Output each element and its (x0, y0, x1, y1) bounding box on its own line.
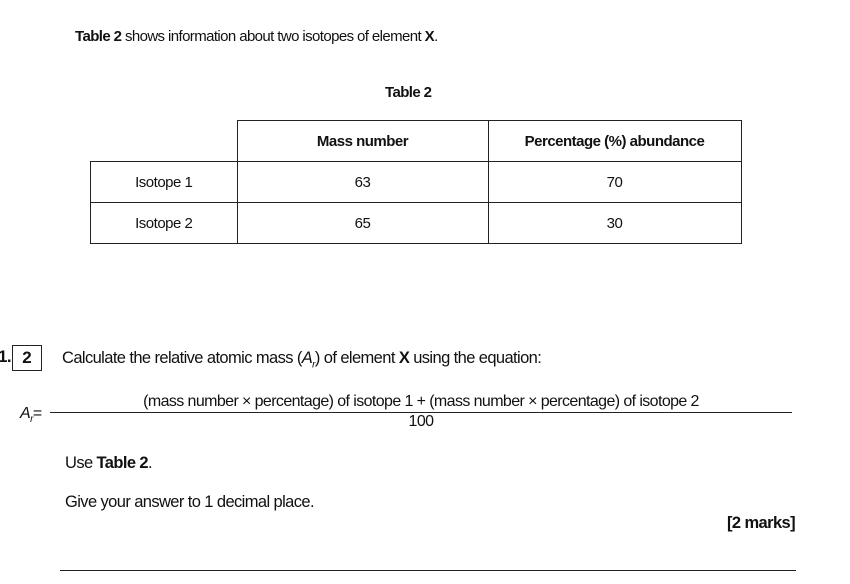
question-number-box: 2 (12, 345, 42, 371)
use-table-text: Use Table 2. (65, 454, 153, 472)
equation-numerator: (mass number × percentage) of isotope 1 … (50, 393, 792, 413)
instruction-text: Give your answer to 1 decimal place. (65, 493, 315, 511)
cell-isotope: Isotope 1 (90, 161, 238, 203)
cell-percentage: 70 (487, 161, 742, 203)
table-header-row: Mass number Percentage (%) abundance (90, 120, 742, 162)
cell-mass: 65 (236, 202, 489, 244)
intro-text: Table 2 shows information about two isot… (75, 28, 438, 45)
question-prefix: 1. (0, 347, 12, 366)
question-text: Calculate the relative atomic mass (Ar) … (62, 349, 542, 371)
table-caption: Table 2 (385, 84, 432, 101)
header-percentage: Percentage (%) abundance (487, 120, 742, 162)
answer-line[interactable] (60, 570, 796, 571)
cell-mass: 63 (236, 161, 489, 203)
equation-lhs: Ar= (20, 405, 42, 426)
equation-fraction: (mass number × percentage) of isotope 1 … (50, 393, 792, 431)
table-row: Isotope 1 63 70 (90, 161, 742, 203)
cell-percentage: 30 (487, 202, 742, 244)
marks-label: [2 marks] (727, 514, 796, 532)
header-blank (90, 120, 237, 162)
header-mass-number: Mass number (236, 120, 489, 162)
isotope-table: Mass number Percentage (%) abundance Iso… (90, 120, 742, 244)
table-row: Isotope 2 65 30 (90, 202, 742, 244)
cell-isotope: Isotope 2 (90, 202, 238, 244)
equation-denominator: 100 (408, 413, 435, 430)
